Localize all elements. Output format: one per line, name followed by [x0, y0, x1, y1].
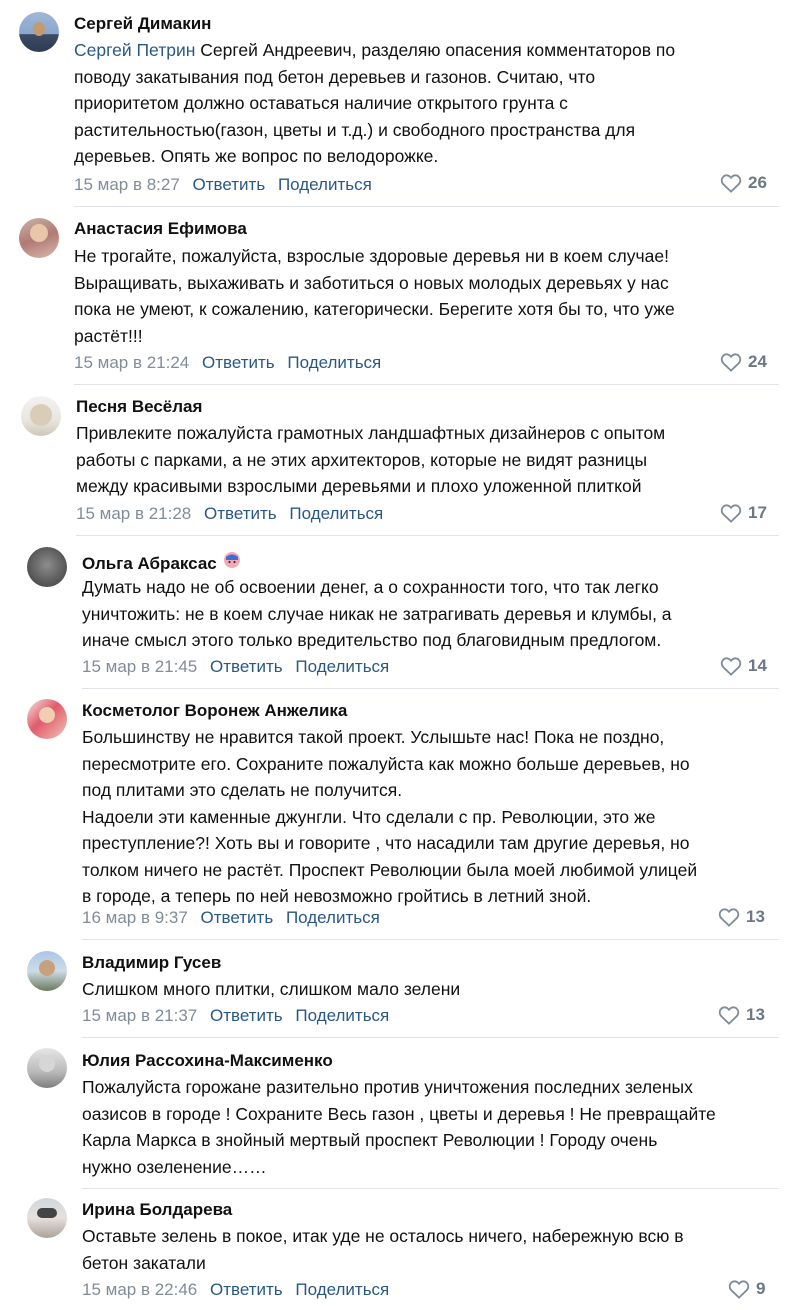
comment-time[interactable]: 15 мар в 21:28	[76, 504, 191, 523]
divider	[74, 206, 779, 207]
comment-time[interactable]: 15 мар в 22:46	[82, 1280, 197, 1299]
comment-meta: 15 мар в 21:24 Ответить Поделиться	[74, 353, 381, 373]
comment-time[interactable]: 16 мар в 9:37	[82, 908, 188, 927]
like-button[interactable]: 26	[720, 173, 767, 193]
share-button[interactable]: Поделиться	[286, 908, 380, 927]
like-count: 13	[746, 907, 765, 926]
like-button[interactable]: 24	[720, 352, 767, 372]
comment-text: Большинству не нравится такой проект. Ус…	[82, 727, 698, 906]
divider	[76, 535, 779, 536]
avatar[interactable]	[19, 218, 59, 258]
heart-icon	[718, 908, 740, 927]
comment-meta: 15 мар в 22:46 Ответить Поделиться	[82, 1280, 389, 1300]
avatar[interactable]	[27, 547, 67, 587]
comment-author[interactable]: Анастасия Ефимова	[74, 219, 247, 239]
comment-text: Привлеките пожалуйста грамотных ландшафт…	[76, 423, 666, 496]
comment-time[interactable]: 15 мар в 8:27	[74, 175, 180, 194]
share-button[interactable]: Поделиться	[295, 1280, 389, 1299]
comment-meta: 15 мар в 8:27 Ответить Поделиться	[74, 175, 372, 195]
divider	[82, 1037, 779, 1038]
heart-icon	[720, 657, 742, 676]
comment-author[interactable]: Песня Весёлая	[76, 397, 202, 417]
comment-text: Сергей Петрин Сергей Андреевич, разделяю…	[74, 40, 676, 166]
like-button[interactable]: 13	[718, 1005, 765, 1025]
divider	[82, 939, 779, 940]
reply-button[interactable]: Ответить	[202, 353, 275, 372]
comment-author[interactable]: Ирина Болдарева	[82, 1200, 232, 1220]
divider	[82, 688, 779, 689]
like-count: 13	[746, 1005, 765, 1024]
avatar[interactable]	[21, 396, 61, 436]
share-button[interactable]: Поделиться	[287, 353, 381, 372]
reply-button[interactable]: Ответить	[201, 908, 274, 927]
avatar[interactable]	[27, 1198, 67, 1238]
divider	[74, 384, 779, 385]
avatar[interactable]	[27, 1048, 67, 1088]
comment-author[interactable]: Ольга Абраксас	[82, 551, 241, 574]
comment-time[interactable]: 15 мар в 21:37	[82, 1006, 197, 1025]
comment-text: Пожалуйста горожане разительно против ун…	[82, 1077, 716, 1177]
avatar[interactable]	[27, 951, 67, 991]
comment-text: Не трогайте, пожалуйста, взрослые здоров…	[74, 246, 675, 346]
like-count: 9	[756, 1279, 766, 1298]
comment-author[interactable]: Юлия Рассохина-Максименко	[82, 1051, 333, 1071]
share-button[interactable]: Поделиться	[289, 504, 383, 523]
mention-link[interactable]: Сергей Петрин	[74, 40, 195, 60]
comment-meta: 16 мар в 9:37 Ответить Поделиться	[82, 908, 380, 928]
like-button[interactable]: 13	[718, 907, 765, 927]
like-count: 14	[748, 656, 767, 675]
like-button[interactable]: 17	[720, 503, 767, 523]
reply-button[interactable]: Ответить	[204, 504, 277, 523]
comment-meta: 15 мар в 21:45 Ответить Поделиться	[82, 657, 389, 677]
reply-button[interactable]: Ответить	[193, 175, 266, 194]
heart-icon	[720, 353, 742, 372]
heart-icon	[720, 174, 742, 193]
reply-button[interactable]: Ответить	[210, 1006, 283, 1025]
share-button[interactable]: Поделиться	[295, 1006, 389, 1025]
comment-time[interactable]: 15 мар в 21:45	[82, 657, 197, 676]
like-count: 26	[748, 173, 767, 192]
comment-text: Слишком много плитки, слишком мало зелен…	[82, 979, 461, 999]
reply-button[interactable]: Ответить	[210, 1280, 283, 1299]
like-button[interactable]: 9	[728, 1279, 765, 1299]
comment-time[interactable]: 15 мар в 21:24	[74, 353, 189, 372]
comment-text: Оставьте зелень в покое, итак уде не ост…	[82, 1226, 684, 1273]
share-button[interactable]: Поделиться	[278, 175, 372, 194]
comment-meta: 15 мар в 21:37 Ответить Поделиться	[82, 1006, 389, 1026]
avatar[interactable]	[27, 699, 67, 739]
avatar[interactable]	[19, 12, 59, 52]
comment-author[interactable]: Сергей Димакин	[74, 14, 211, 34]
heart-icon	[728, 1280, 750, 1299]
comment-text: Думать надо не об освоении денег, а о со…	[82, 577, 672, 650]
like-count: 17	[748, 503, 767, 522]
share-button[interactable]: Поделиться	[295, 657, 389, 676]
divider	[82, 1188, 779, 1189]
comment-author[interactable]: Косметолог Воронеж Анжелика	[82, 701, 347, 721]
comment-meta: 15 мар в 21:28 Ответить Поделиться	[76, 504, 383, 524]
heart-icon	[718, 1006, 740, 1025]
like-count: 24	[748, 352, 767, 371]
like-button[interactable]: 14	[720, 656, 767, 676]
comment-author[interactable]: Владимир Гусев	[82, 953, 221, 973]
heart-icon	[720, 504, 742, 523]
mask-emoji-icon	[223, 551, 241, 573]
reply-button[interactable]: Ответить	[210, 657, 283, 676]
